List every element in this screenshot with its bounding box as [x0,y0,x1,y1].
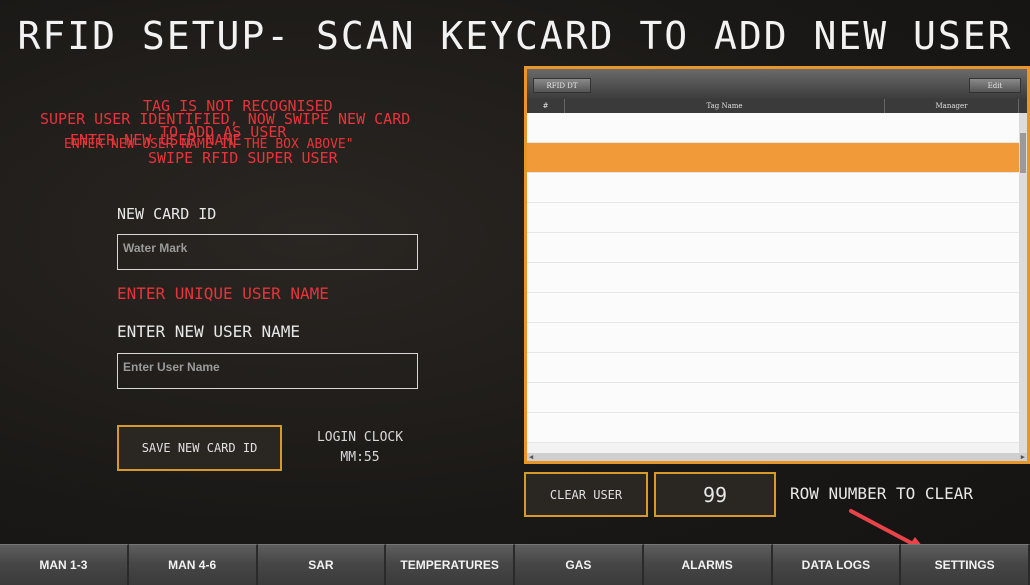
status-message-swipe-super-user: SWIPE RFID SUPER USER [148,149,338,167]
table-row[interactable] [527,383,1019,413]
card-id-value: Water Mark [123,241,188,255]
table-row[interactable] [527,413,1019,443]
login-clock-label: LOGIN CLOCK [316,430,404,445]
clear-user-button[interactable]: CLEAR USER [524,472,648,517]
grid-body [527,113,1019,455]
scroll-right-icon[interactable]: ▶ [1021,453,1025,461]
login-clock: LOGIN CLOCK MM:55 [300,428,420,468]
column-header-manager[interactable]: Manager [885,99,1019,113]
row-number-value: 99 [702,482,728,507]
grid-edit-button[interactable]: Edit [969,78,1021,93]
table-row[interactable] [527,353,1019,383]
login-clock-value: MM:55 [340,450,380,465]
nav-tab-settings[interactable]: SETTINGS [901,544,1030,585]
column-header-number[interactable]: # [527,99,565,113]
card-id-field[interactable]: Water Mark [117,234,418,270]
user-name-placeholder: Enter User Name [123,360,220,374]
table-row-selected[interactable] [527,143,1019,173]
column-header-tag-name[interactable]: Tag Name [565,99,885,113]
table-row[interactable] [527,263,1019,293]
table-row[interactable] [527,113,1019,143]
grid-tab-rfid-dt[interactable]: RFID DT [533,78,591,93]
new-card-id-label: NEW CARD ID [117,205,217,223]
clear-user-label: CLEAR USER [549,487,623,502]
save-new-card-id-label: SAVE NEW CARD ID [141,441,258,455]
rfid-user-grid: RFID DT Edit # Tag Name Manager ◀ ▶ [524,66,1030,464]
table-row[interactable] [527,233,1019,263]
horizontal-scrollbar[interactable]: ◀ ▶ [527,453,1027,461]
vertical-scrollbar[interactable] [1019,113,1027,455]
nav-tab-gas[interactable]: GAS [515,544,644,585]
nav-tab-man-1-3[interactable]: MAN 1-3 [0,544,129,585]
page-title: RFID SETUP- SCAN KEYCARD TO ADD NEW USER [17,14,1013,58]
save-new-card-id-button[interactable]: SAVE NEW CARD ID [117,425,282,471]
grid-header: # Tag Name Manager [527,99,1027,113]
nav-tab-man-4-6[interactable]: MAN 4-6 [128,544,258,585]
new-user-name-label: ENTER NEW USER NAME [117,322,301,341]
unique-user-name-error: ENTER UNIQUE USER NAME [117,284,329,303]
table-row[interactable] [527,293,1019,323]
nav-tab-sar[interactable]: SAR [257,544,387,585]
row-number-label: ROW NUMBER TO CLEAR [790,484,974,503]
nav-tab-data-logs[interactable]: DATA LOGS [772,544,902,585]
table-row[interactable] [527,203,1019,233]
table-row[interactable] [527,173,1019,203]
scroll-left-icon[interactable]: ◀ [529,453,533,461]
bottom-navigation: MAN 1-3 MAN 4-6 SAR TEMPERATURES GAS ALARMS DA… [0,544,1030,585]
table-row[interactable] [527,323,1019,353]
nav-tab-alarms[interactable]: ALARMS [643,544,773,585]
grid-toolbar: RFID DT Edit [527,69,1027,99]
row-number-input[interactable]: 99 [654,472,776,517]
nav-tab-temperatures[interactable]: TEMPERATURES [386,544,515,585]
user-name-input[interactable]: Enter User Name [117,353,418,389]
scroll-thumb[interactable] [1020,133,1026,173]
